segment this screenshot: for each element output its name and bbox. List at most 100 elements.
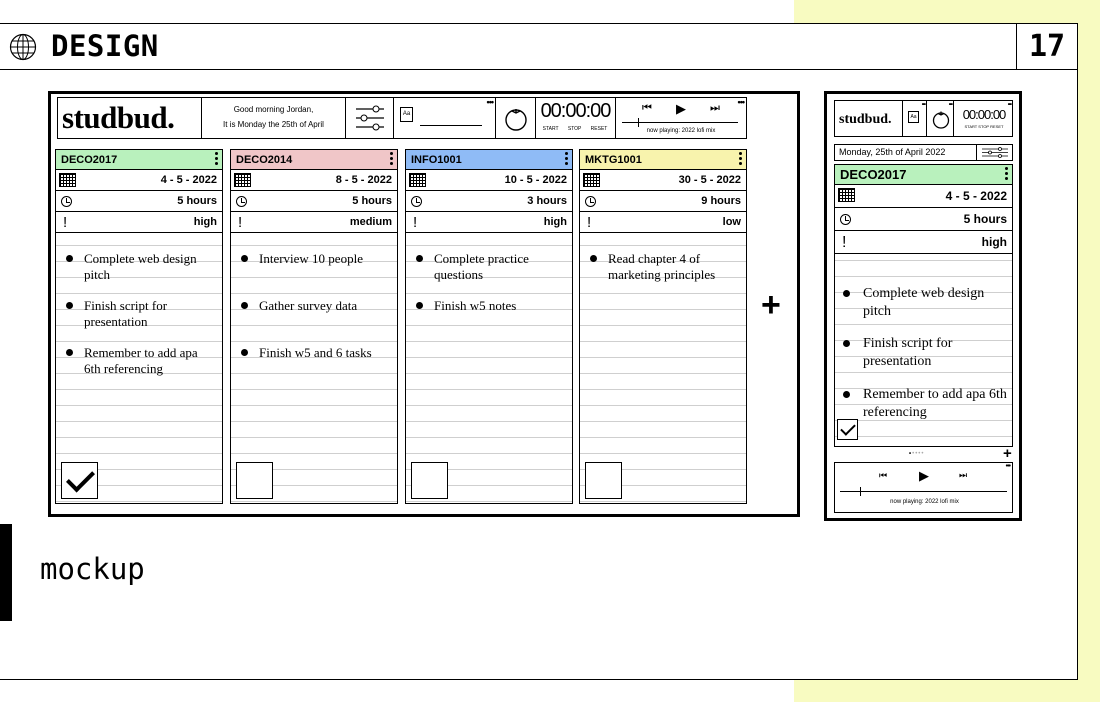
due-date-row: 30 - 5 - 2022 [580,170,746,191]
sliders-icon[interactable] [356,104,384,132]
task-item[interactable]: Read chapter 4 of marketing principles [588,251,738,283]
task-item[interactable]: Finish w5 and 6 tasks [239,345,389,361]
calendar-icon [409,173,426,187]
add-card-button[interactable]: + [1003,445,1012,462]
task-item[interactable]: Interview 10 people [239,251,389,267]
course-code: DECO2017 [61,154,118,166]
start-button[interactable]: START [543,126,559,132]
complete-checkbox[interactable] [236,462,273,499]
kebab-menu-icon[interactable] [1005,167,1008,182]
music-progress-knob[interactable] [860,487,861,496]
more-icon[interactable]: ••• [922,102,926,108]
due-date-row: 4 - 5 - 2022 [835,185,1012,208]
stop-button[interactable]: STOP [568,126,582,132]
page-indicator[interactable]: ••••• [909,451,925,457]
priority: high [193,216,217,228]
now-playing-text: now playing: 2022 lofi mix [890,499,959,505]
reset-button[interactable]: RESET [591,126,608,132]
music-progress-bar[interactable] [622,122,738,123]
settings-cell[interactable] [346,98,394,138]
complete-checkbox[interactable] [585,462,622,499]
previous-icon[interactable]: ⏮ [879,470,887,481]
task-item[interactable]: Complete practice questions [414,251,564,283]
card-header[interactable]: INFO1001 [406,150,572,170]
complete-checkbox[interactable] [411,462,448,499]
course-code: DECO2014 [236,154,293,166]
priority-icon: ! [238,214,243,231]
course-code: DECO2017 [840,167,907,182]
next-icon[interactable]: ⏭ [959,470,967,481]
card-header[interactable]: MKTG1001 [580,150,746,170]
sliders-icon[interactable] [982,147,1008,158]
due-date: 4 - 5 - 2022 [160,174,217,186]
course-code: INFO1001 [411,154,462,166]
previous-icon[interactable]: ⏮ [642,102,652,115]
due-date: 30 - 5 - 2022 [678,174,741,186]
card-header[interactable]: DECO2014 [231,150,397,170]
play-icon[interactable]: ▶ [919,468,929,484]
task-item[interactable]: Finish script for presentation [841,335,1009,371]
more-icon[interactable]: ••• [1008,102,1012,108]
section-label: mockup [40,552,145,586]
priority-row: ! high [56,212,222,233]
more-icon[interactable]: ••• [1006,463,1011,470]
tomato-icon[interactable] [503,105,529,131]
timer-display: 00:00:00 [962,107,1007,122]
more-icon[interactable]: ••• [738,98,746,107]
kebab-menu-icon[interactable] [739,152,742,167]
course-card-info1001: INFO1001 10 - 5 - 2022 3 hours ! high Com… [405,149,573,504]
task-item[interactable]: Complete web design pitch [64,251,214,283]
play-icon[interactable]: ▶ [676,101,686,117]
desktop-mockup: studbud. Good morning Jordan, It is Mond… [48,91,800,517]
card-header[interactable]: DECO2017 [835,165,1012,185]
music-progress-bar[interactable] [840,491,1007,492]
task-item[interactable]: Remember to add apa 6th referencing [64,345,214,377]
clock-icon [236,196,247,207]
settings-cell[interactable] [976,145,1012,160]
priority-row: ! high [406,212,572,233]
task-item[interactable]: Finish script for presentation [64,298,214,330]
tomato-icon[interactable] [931,109,951,129]
pomodoro-cell[interactable]: ••• [926,101,954,136]
timer-controls[interactable]: START STOP RESET [956,124,1012,129]
hours: 5 hours [963,212,1007,226]
font-size-cell: Aa ••• [902,101,926,136]
desktop-topbar: studbud. Good morning Jordan, It is Mond… [57,97,747,139]
complete-checkbox[interactable] [61,462,98,499]
now-playing-text: now playing: 2022 lofi mix [646,128,716,134]
greeting-line-1: Good morning Jordan, [233,105,314,114]
hours-row: 5 hours [56,191,222,212]
clock-icon [61,196,72,207]
music-progress-knob[interactable] [638,118,639,127]
next-icon[interactable]: ⏭ [710,102,720,115]
task-item[interactable]: Finish w5 notes [414,298,564,314]
priority-icon: ! [842,234,847,251]
app-logo[interactable]: studbud. [62,100,175,136]
due-date: 10 - 5 - 2022 [504,174,567,186]
kebab-menu-icon[interactable] [390,152,393,167]
task-item[interactable]: Complete web design pitch [841,285,1009,321]
due-date-row: 8 - 5 - 2022 [231,170,397,191]
task-item[interactable]: Remember to add apa 6th referencing [841,386,1009,422]
complete-checkbox[interactable] [837,419,858,440]
kebab-menu-icon[interactable] [215,152,218,167]
hours: 5 hours [177,195,217,207]
priority: high [543,216,567,228]
app-logo[interactable]: studbud. [839,112,892,128]
font-size-icon[interactable]: Aa [908,111,919,123]
card-header[interactable]: DECO2017 [56,150,222,170]
task-item[interactable]: Gather survey data [239,298,389,314]
priority: high [981,235,1007,249]
add-card-button[interactable]: + [761,288,781,322]
mobile-mockup: studbud. Aa ••• ••• 00:00:00 START STOP … [824,91,1022,521]
more-icon[interactable]: ••• [949,102,953,108]
kebab-menu-icon[interactable] [565,152,568,167]
more-icon[interactable]: ••• [487,98,495,107]
date-bar: Monday, 25th of April 2022 [834,144,1013,161]
course-card-deco2014: DECO2014 8 - 5 - 2022 5 hours ! medium In… [230,149,398,504]
timer-cell: 00:00:00 START STOP RESET [536,98,616,138]
priority-icon: ! [587,214,592,231]
font-size-icon[interactable]: Aa [400,107,413,122]
font-size-slider[interactable] [420,125,482,126]
pomodoro-cell[interactable] [496,98,536,138]
